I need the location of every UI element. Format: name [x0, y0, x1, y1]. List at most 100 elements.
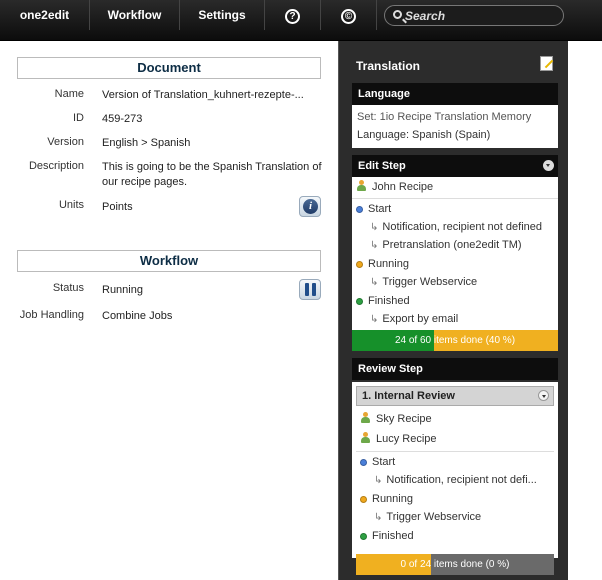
nav-settings-menu[interactable]: Settings: [180, 0, 265, 30]
field-label: ID: [73, 112, 84, 124]
translation-panel-title: Translation: [356, 59, 421, 73]
state-action: ↳ Trigger Webservice: [352, 273, 558, 291]
sub-arrow-icon: ↳: [374, 512, 383, 523]
user-icon: [361, 432, 370, 443]
review-user: Lucy Recipe: [352, 430, 558, 448]
nav-workflow-menu[interactable]: Workflow: [90, 0, 180, 30]
status-dot-running-icon: [356, 260, 363, 268]
status-dot-start-icon: [356, 205, 363, 213]
field-label: Job Handling: [19, 309, 84, 321]
edit-step-header-label: Edit Step: [358, 160, 406, 172]
search-box: [384, 5, 564, 26]
sub-arrow-icon: ↳: [374, 475, 383, 486]
internal-review-header[interactable]: 1. Internal Review: [356, 386, 554, 406]
edit-step-header[interactable]: Edit Step: [352, 155, 558, 177]
search-input[interactable]: [405, 8, 555, 24]
sub-arrow-icon: ↳: [370, 222, 379, 233]
edit-step-progress-bar: 24 of 60 items done (40 %): [352, 330, 558, 351]
state-label: Start: [372, 456, 396, 468]
document-name-value: Version of Translation_kuhnert-rezepte-.…: [102, 89, 304, 101]
status-dot-start-icon: [360, 458, 367, 466]
pause-icon: [305, 283, 316, 296]
action-label: Notification, recipient not defined: [382, 221, 542, 233]
state-running: Running: [352, 255, 558, 273]
document-description-value: This is going to be the Spanish Translat…: [102, 161, 322, 188]
edit-step-user: John Recipe: [352, 178, 558, 196]
pause-workflow-button[interactable]: [299, 279, 321, 300]
nav-app-menu[interactable]: one2edit: [0, 0, 90, 30]
copyright-icon: ©: [341, 8, 356, 24]
edit-document-icon[interactable]: [540, 56, 553, 71]
state-start: Start: [352, 453, 558, 471]
edit-step-body: John Recipe Start ↳ Notification, recipie…: [352, 177, 558, 330]
state-label: Running: [372, 493, 413, 505]
target-language: Language: Spanish (Spain): [357, 129, 491, 141]
language-header-label: Language: [358, 88, 410, 100]
document-id-value: 459-273: [102, 113, 143, 125]
field-label: Status: [52, 282, 84, 294]
status-dot-running-icon: [360, 495, 367, 503]
state-action: ↳ Pretranslation (one2edit TM): [352, 236, 558, 254]
state-label: Start: [368, 203, 392, 215]
state-label: Running: [368, 258, 409, 270]
nav-app-label: one2edit: [19, 8, 70, 22]
chevron-down-icon[interactable]: [538, 390, 549, 401]
state-action: ↳ Trigger Webservice: [352, 508, 558, 526]
about-button[interactable]: ©: [321, 0, 377, 30]
divider: [352, 198, 558, 199]
field-label: Units: [58, 199, 84, 211]
help-button[interactable]: ?: [265, 0, 321, 30]
language-box-body: Set: 1io Recipe Translation Memory Langu…: [352, 105, 558, 148]
review-user: Sky Recipe: [352, 410, 558, 428]
workflow-job-handling-value: Combine Jobs: [102, 310, 173, 322]
nav-workflow-label: Workflow: [107, 8, 162, 22]
user-name: Lucy Recipe: [376, 433, 437, 445]
action-label: Trigger Webservice: [382, 276, 478, 288]
workflow-section-header: Workflow: [17, 250, 321, 272]
info-icon: i: [303, 199, 318, 214]
document-info-button[interactable]: i: [299, 196, 321, 217]
state-label: Finished: [368, 295, 410, 307]
sub-arrow-icon: ↳: [370, 314, 379, 325]
action-label: Notification, recipient not defi...: [386, 474, 537, 486]
document-units-value: Points: [102, 201, 133, 213]
state-action: ↳ Notification, recipient not defi...: [352, 471, 558, 489]
user-icon: [357, 180, 366, 191]
review-step-header: Review Step: [352, 358, 558, 380]
sub-arrow-icon: ↳: [370, 277, 379, 288]
action-label: Pretranslation (one2edit TM): [382, 239, 522, 251]
progress-label: 0 of 24 items done (0 %): [400, 559, 510, 570]
state-action: ↳ Notification, recipient not defined: [352, 218, 558, 236]
nav-settings-label: Settings: [198, 8, 246, 22]
status-dot-finished-icon: [360, 532, 367, 540]
state-label: Finished: [372, 530, 414, 542]
state-running: Running: [352, 490, 558, 508]
action-label: Trigger Webservice: [386, 511, 482, 523]
translation-memory-set: Set: 1io Recipe Translation Memory: [357, 111, 532, 123]
help-icon: ?: [285, 8, 300, 24]
state-start: Start: [352, 200, 558, 218]
field-label: Version: [47, 136, 84, 148]
state-finished: Finished: [352, 527, 558, 545]
review-step-progress-bar: 0 of 24 items done (0 %): [356, 554, 554, 575]
field-label: Description: [28, 160, 84, 172]
user-name: Sky Recipe: [376, 413, 432, 425]
action-label: Export by email: [382, 313, 459, 325]
internal-review-label: 1. Internal Review: [362, 390, 455, 402]
search-icon: [393, 10, 402, 19]
top-navigation-bar: one2edit Workflow Settings ? ©: [0, 0, 602, 41]
sub-arrow-icon: ↳: [370, 240, 379, 251]
divider: [356, 451, 554, 452]
review-step-body: 1. Internal Review Sky Recipe Lucy Recip…: [352, 382, 558, 558]
review-step-header-label: Review Step: [358, 363, 423, 375]
translation-panel: Translation Language Set: 1io Recipe Tra…: [338, 41, 568, 580]
language-box-header: Language: [352, 83, 558, 105]
user-icon: [361, 412, 370, 423]
chevron-down-icon[interactable]: [543, 160, 554, 171]
field-label: Name: [54, 88, 84, 100]
document-version-value: English > Spanish: [102, 137, 191, 149]
progress-label: 24 of 60 items done (40 %): [394, 335, 516, 346]
state-action: ↳ Export by email: [352, 310, 558, 328]
document-section-header: Document: [17, 57, 321, 79]
status-dot-finished-icon: [356, 297, 363, 305]
